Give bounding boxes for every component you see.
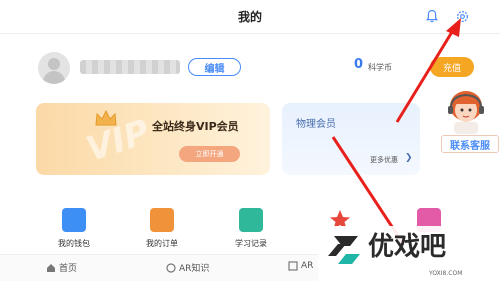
username-blurred — [80, 60, 180, 74]
watermark-text: 优戏吧 — [368, 232, 447, 262]
study-record-icon — [239, 208, 263, 232]
site-watermark: 优戏吧 YOXI8.COM — [318, 226, 500, 281]
wallet-icon — [62, 208, 86, 232]
orders-icon — [150, 208, 174, 232]
edit-profile-button[interactable]: 编辑 — [188, 58, 241, 76]
menu-item-wallet[interactable]: 我的钱包 — [34, 200, 114, 249]
ar-icon — [166, 262, 176, 273]
tab-ar[interactable]: AR — [288, 261, 313, 271]
tab-ar-knowledge[interactable]: AR知识 — [166, 261, 209, 274]
coin-count: 0 — [354, 57, 364, 72]
bell-icon[interactable] — [423, 7, 441, 25]
more-offers-link[interactable]: 更多优惠 — [370, 155, 398, 165]
tab-home[interactable]: 首页 — [46, 261, 77, 274]
physics-title: 物理会员 — [296, 119, 336, 130]
gear-icon[interactable] — [453, 7, 471, 25]
coin-label: 科学币 — [368, 63, 392, 72]
vip-activate-button[interactable]: 立即开通 — [179, 146, 240, 162]
customer-service[interactable]: 联系客服 — [436, 84, 500, 176]
vip-title: 全站终身VIP会员 — [152, 120, 239, 133]
crown-icon — [95, 109, 117, 126]
watermark-logo-icon — [328, 236, 360, 264]
menu-item-study-record[interactable]: 学习记录 — [211, 200, 291, 249]
profile-section: 编辑 0 科学币 充值 — [0, 40, 500, 96]
service-label: 联系客服 — [441, 135, 499, 153]
avatar[interactable] — [38, 52, 70, 84]
watermark-url: YOXI8.COM — [429, 270, 463, 277]
ar-scan-icon — [288, 261, 298, 271]
home-icon — [47, 263, 55, 272]
recharge-button[interactable]: 充值 — [430, 57, 474, 77]
top-bar: 我的 — [0, 0, 500, 34]
physics-membership-card[interactable]: 物理会员 更多优惠 ❯ — [282, 103, 420, 175]
chevron-right-icon: ❯ — [405, 153, 413, 163]
customer-service-agent-icon — [448, 91, 484, 134]
menu-item-orders[interactable]: 我的订单 — [122, 200, 202, 249]
vip-card[interactable]: VIP 全站终身VIP会员 立即开通 — [36, 103, 270, 175]
